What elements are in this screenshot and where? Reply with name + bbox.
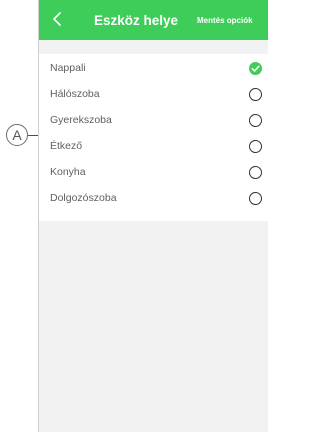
room-label: Gyerekszoba	[50, 114, 112, 126]
checkmark-icon	[251, 65, 260, 72]
callout-marker: A	[6, 124, 28, 146]
app-header: Eszköz helye Mentés opciók	[39, 0, 268, 40]
room-label: Konyha	[50, 166, 86, 178]
radio-unchecked-icon[interactable]	[249, 192, 262, 205]
room-list: Nappali Hálószoba Gyerekszoba Étkező Kon…	[39, 56, 268, 221]
room-item-dolgozoszoba[interactable]: Dolgozószoba	[39, 186, 268, 212]
radio-unchecked-icon[interactable]	[249, 114, 262, 127]
radio-unchecked-icon[interactable]	[249, 140, 262, 153]
save-options-button[interactable]: Mentés opciók	[197, 16, 253, 26]
room-item-haloszoba[interactable]: Hálószoba	[39, 82, 268, 108]
room-label: Hálószoba	[50, 88, 100, 100]
room-item-konyha[interactable]: Konyha	[39, 160, 268, 186]
room-label: Dolgozószoba	[50, 192, 117, 204]
phone-screen: Eszköz helye Mentés opciók Nappali Hálós…	[38, 0, 268, 432]
screenshot-root: A Eszköz helye Mentés opciók Nappali Hál…	[0, 0, 268, 432]
room-label: Nappali	[50, 62, 86, 74]
page-title: Eszköz helye	[94, 13, 179, 28]
empty-background	[39, 221, 268, 432]
room-item-etkezo[interactable]: Étkező	[39, 134, 268, 160]
chevron-left-icon[interactable]	[49, 10, 67, 28]
room-label: Étkező	[50, 140, 83, 152]
room-item-gyerekszoba[interactable]: Gyerekszoba	[39, 108, 268, 134]
section-spacer	[39, 40, 268, 54]
callout-letter: A	[12, 127, 22, 143]
radio-unchecked-icon[interactable]	[249, 166, 262, 179]
radio-unchecked-icon[interactable]	[249, 88, 262, 101]
room-item-nappali[interactable]: Nappali	[39, 56, 268, 82]
radio-checked-icon[interactable]	[249, 62, 262, 75]
